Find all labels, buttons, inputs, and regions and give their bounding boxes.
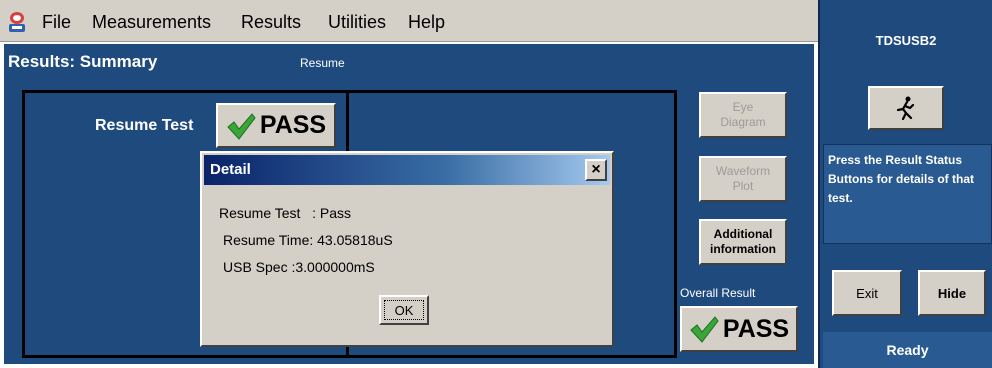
overall-result-label: Overall Result — [680, 286, 756, 300]
page-title: Results: Summary — [8, 52, 158, 71]
menu-help[interactable]: Help — [408, 0, 445, 42]
status-message: Press the Result Status Buttons for deta… — [828, 153, 974, 205]
result-status-text: PASS — [259, 111, 327, 139]
test-name-label: Resume — [300, 56, 345, 70]
exit-button[interactable]: Exit — [832, 270, 902, 316]
resume-test-label: Resume Test — [95, 117, 194, 134]
additional-information-button[interactable]: Additional information — [699, 219, 787, 265]
hide-button[interactable]: Hide — [918, 270, 986, 316]
menu-utilities[interactable]: Utilities — [328, 0, 386, 42]
app-logo-icon[interactable] — [6, 10, 28, 34]
checkmark-icon — [690, 316, 719, 343]
detail-result-line: Resume Test : Pass — [219, 205, 352, 221]
overall-result-button[interactable]: PASS — [680, 306, 798, 352]
menu-results[interactable]: Results — [241, 0, 301, 42]
waveform-plot-button[interactable]: Waveform Plot — [699, 156, 787, 202]
detail-spec-line: USB Spec :3.000000mS — [223, 259, 375, 275]
eye-diagram-button[interactable]: Eye Diagram — [699, 92, 787, 138]
resume-test-result-button[interactable]: PASS — [216, 103, 336, 148]
running-man-icon — [896, 96, 915, 120]
run-test-button[interactable] — [868, 86, 944, 130]
menu-file[interactable]: File — [42, 0, 71, 42]
dialog-title: Detail — [210, 161, 251, 178]
status-bar: Ready — [823, 332, 992, 368]
close-icon[interactable]: × — [585, 159, 607, 181]
overall-status-text: PASS — [722, 314, 790, 343]
detail-dialog: Detail × Resume Test : Pass Resume Time:… — [200, 151, 614, 347]
checkmark-icon — [227, 112, 256, 140]
detail-time-line: Resume Time: 43.05818uS — [223, 232, 393, 248]
status-message-box: Press the Result Status Buttons for deta… — [823, 144, 992, 244]
app-name-label: TDSUSB2 — [875, 33, 937, 48]
menu-measurements[interactable]: Measurements — [92, 0, 211, 42]
dialog-titlebar[interactable]: Detail × — [204, 155, 610, 185]
ok-button[interactable]: OK — [379, 295, 429, 325]
